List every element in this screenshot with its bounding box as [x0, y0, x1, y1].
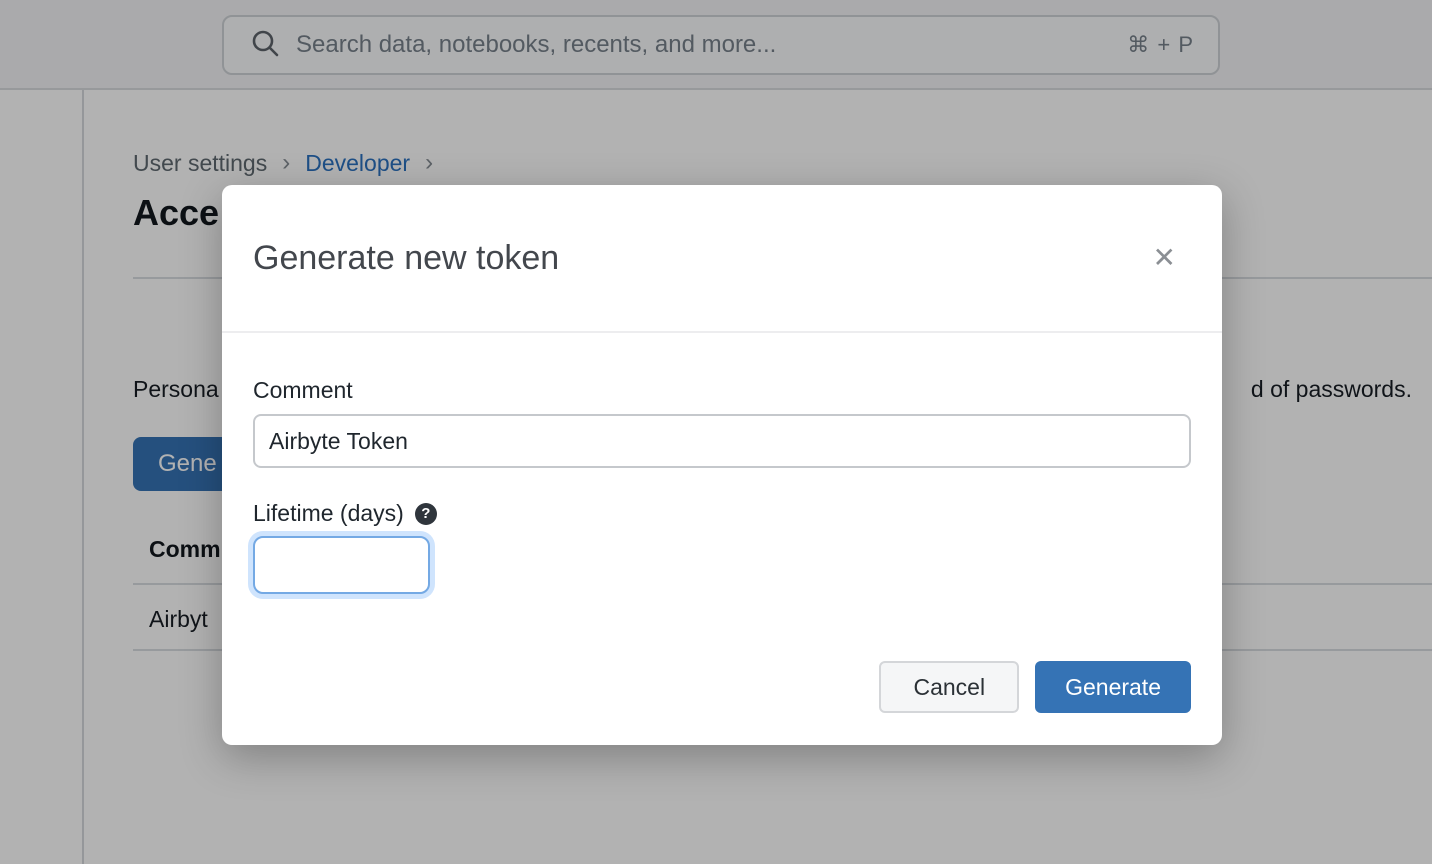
comment-input[interactable]: [253, 414, 1191, 468]
generate-button[interactable]: Generate: [1035, 661, 1191, 713]
close-icon[interactable]: ✕: [1149, 240, 1180, 276]
modal-footer: Cancel Generate: [879, 661, 1191, 713]
modal-title: Generate new token: [253, 239, 559, 278]
lifetime-input[interactable]: [253, 536, 430, 594]
cancel-button[interactable]: Cancel: [879, 661, 1019, 713]
help-icon[interactable]: ?: [415, 503, 437, 525]
comment-label: Comment: [253, 377, 1191, 404]
lifetime-label: Lifetime (days): [253, 500, 404, 527]
modal-header: Generate new token ✕: [222, 185, 1222, 333]
generate-token-modal: Generate new token ✕ Comment Lifetime (d…: [222, 185, 1222, 745]
modal-body: Comment Lifetime (days) ?: [222, 333, 1222, 594]
lifetime-label-row: Lifetime (days) ?: [253, 500, 1191, 527]
